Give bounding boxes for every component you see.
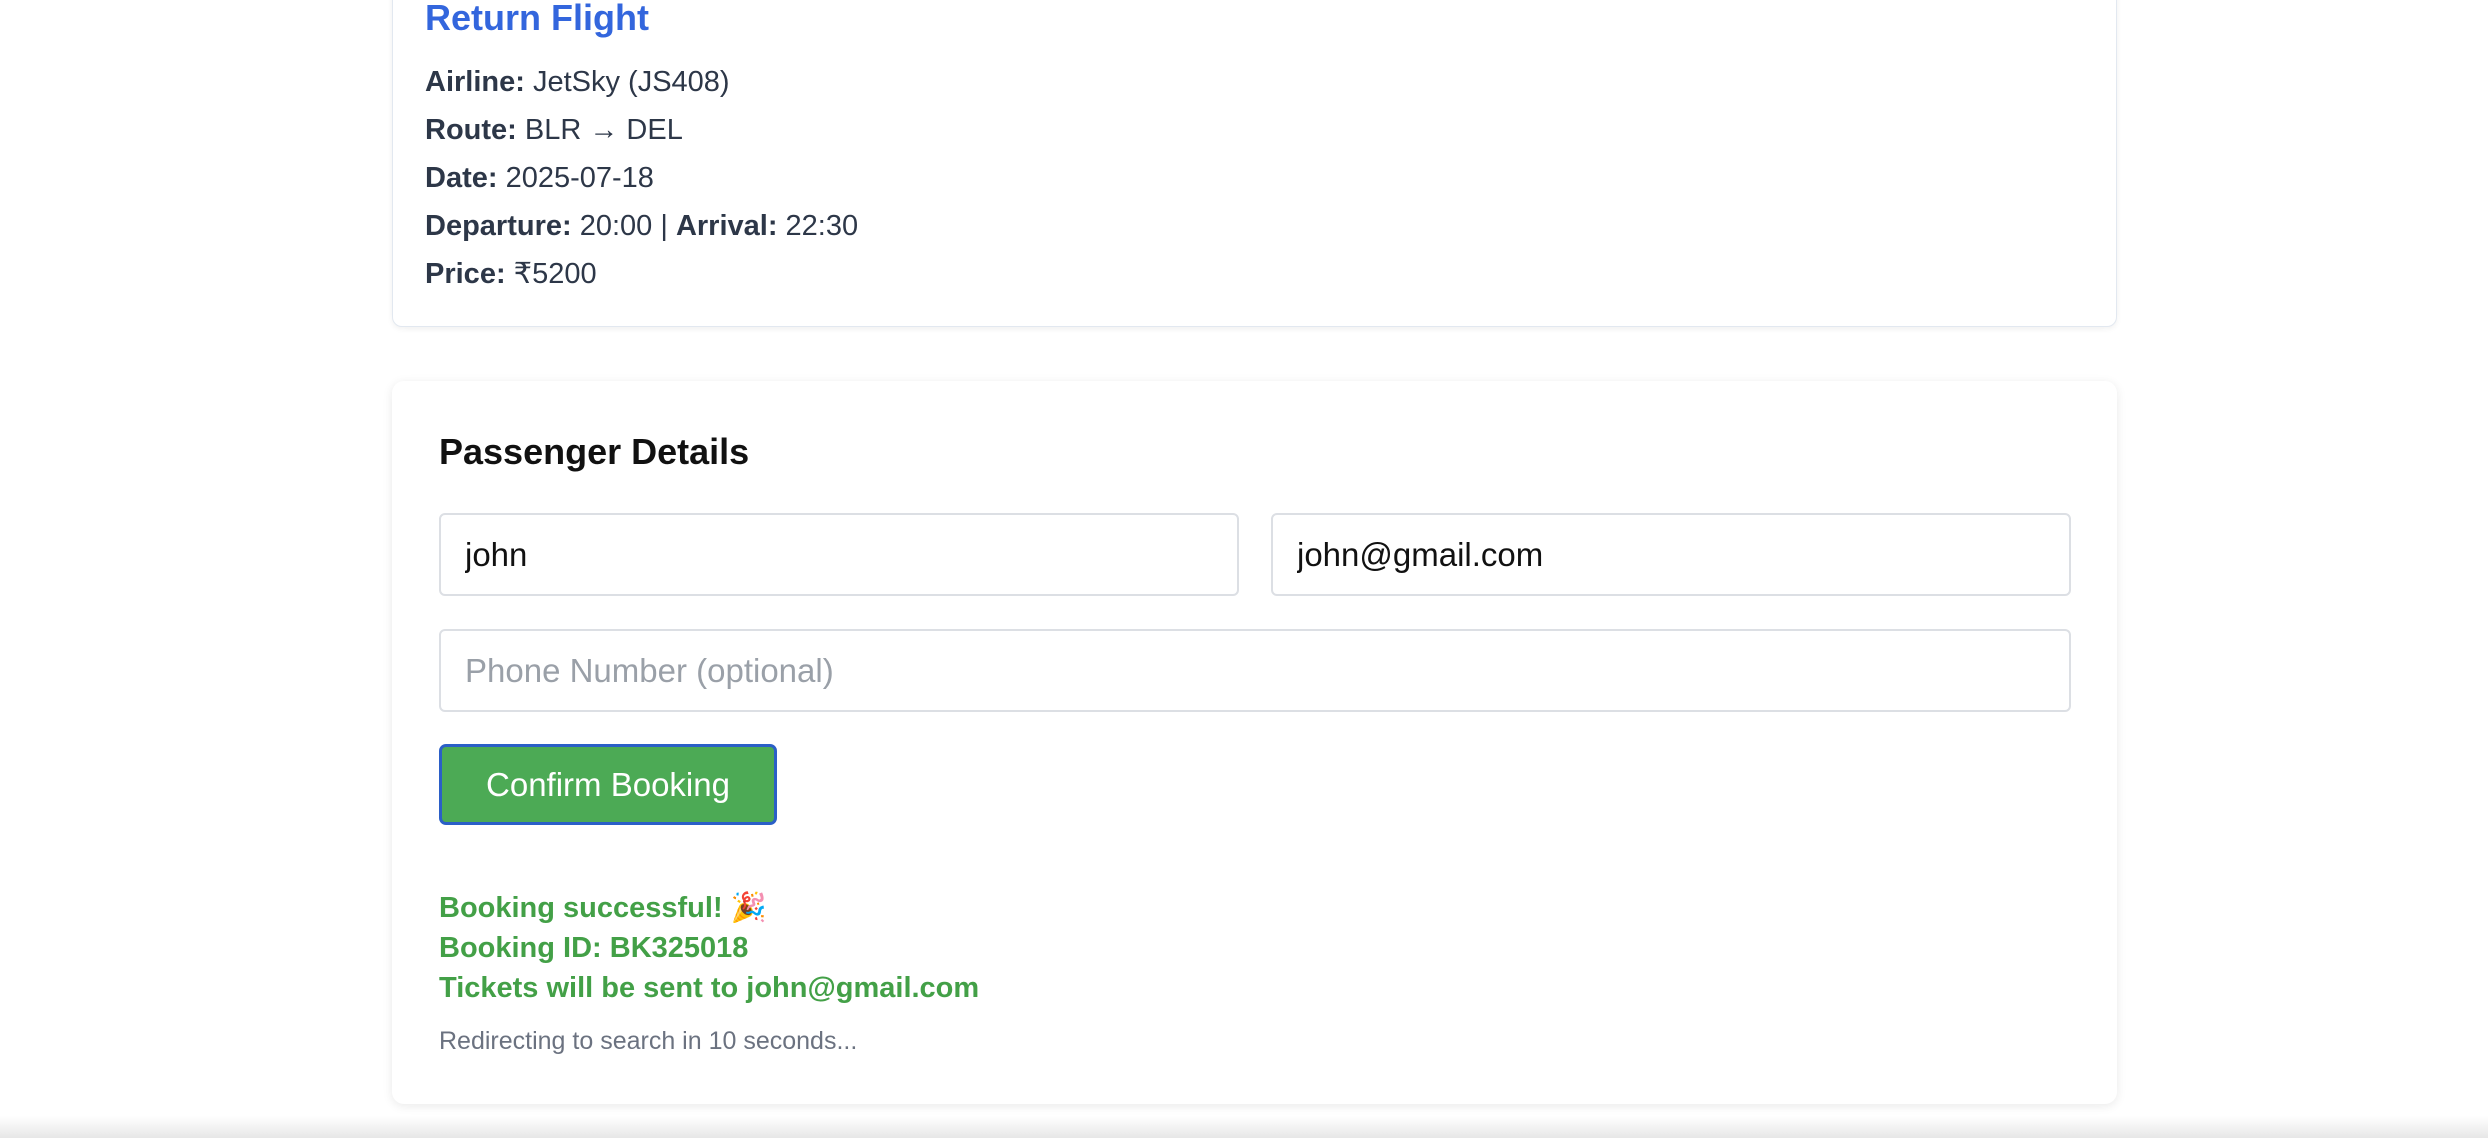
confirm-booking-button[interactable]: Confirm Booking <box>439 744 777 825</box>
route-row: Route: BLR → DEL <box>425 113 683 147</box>
email-input[interactable] <box>1271 513 2071 596</box>
tickets-email-text: Tickets will be sent to john@gmail.com <box>439 972 980 1004</box>
arrival-value: 22:30 <box>777 210 859 242</box>
airline-label: Airline: <box>425 66 525 98</box>
name-input[interactable] <box>439 513 1239 596</box>
bottom-shadow <box>0 1116 2488 1138</box>
return-flight-title: Return Flight <box>425 0 649 38</box>
date-label: Date: <box>425 162 498 194</box>
airline-row: Airline: JetSky (JS408) <box>425 65 730 99</box>
date-row: Date: 2025-07-18 <box>425 161 654 195</box>
price-label: Price: <box>425 258 506 290</box>
departure-value: 20:00 | <box>571 210 676 242</box>
airline-value: JetSky (JS408) <box>524 66 730 98</box>
arrival-label: Arrival: <box>675 210 778 242</box>
times-row: Departure: 20:00 | Arrival: 22:30 <box>425 209 858 243</box>
date-value: 2025-07-18 <box>497 162 654 194</box>
passenger-details-title: Passenger Details <box>439 431 750 472</box>
redirect-notice: Redirecting to search in 10 seconds... <box>439 1027 858 1055</box>
price-value: ₹5200 <box>505 258 597 290</box>
price-row: Price: ₹5200 <box>425 257 597 291</box>
booking-success-message: Booking successful! 🎉 <box>439 892 767 924</box>
phone-input[interactable] <box>439 629 2071 712</box>
booking-id-text: Booking ID: BK325018 <box>439 932 749 964</box>
route-label: Route: <box>425 114 517 146</box>
departure-label: Departure: <box>425 210 572 242</box>
route-value: BLR → DEL <box>516 114 683 146</box>
